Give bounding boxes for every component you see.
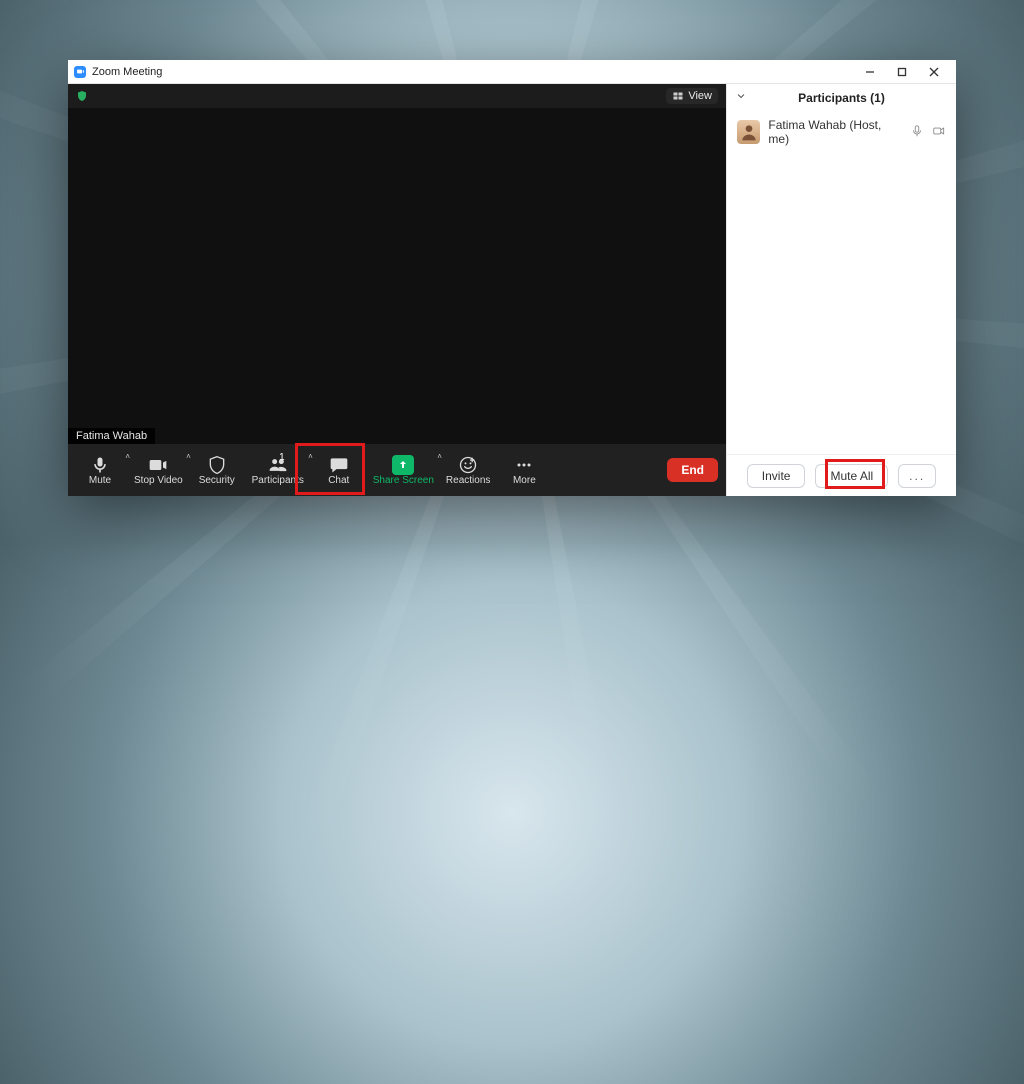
participant-count-badge: 1 bbox=[279, 452, 285, 463]
view-label: View bbox=[688, 90, 712, 102]
chat-label: Chat bbox=[328, 475, 349, 486]
video-camera-icon bbox=[932, 124, 946, 141]
more-label: More bbox=[513, 475, 536, 486]
participants-list: Fatima Wahab (Host, me) bbox=[727, 112, 956, 454]
participants-panel: Participants (1) Fatima Wahab (Host, me) bbox=[726, 84, 956, 496]
participant-row[interactable]: Fatima Wahab (Host, me) bbox=[727, 112, 956, 152]
video-camera-icon bbox=[148, 455, 168, 475]
more-icon bbox=[514, 455, 534, 475]
security-label: Security bbox=[199, 475, 235, 486]
more-button[interactable]: More bbox=[496, 446, 552, 494]
participants-footer: Invite Mute All ... bbox=[727, 454, 956, 496]
video-area: View Fatima Wahab Mute ˄ S bbox=[68, 84, 726, 496]
avatar bbox=[737, 120, 760, 144]
participants-label: Participants bbox=[252, 475, 304, 486]
stop-video-label: Stop Video bbox=[134, 475, 183, 486]
zoom-app-icon bbox=[74, 66, 86, 78]
reactions-icon bbox=[458, 455, 478, 475]
encryption-shield-icon[interactable] bbox=[76, 90, 88, 102]
chat-button[interactable]: Chat bbox=[311, 446, 367, 494]
reactions-button[interactable]: Reactions bbox=[440, 446, 496, 494]
window-close-button[interactable] bbox=[918, 60, 950, 84]
titlebar: Zoom Meeting bbox=[68, 60, 956, 84]
window-maximize-button[interactable] bbox=[886, 60, 918, 84]
participants-button[interactable]: 1 Participants ˄ bbox=[245, 446, 311, 494]
share-screen-button[interactable]: Share Screen ˄ bbox=[367, 446, 440, 494]
security-button[interactable]: Security bbox=[189, 446, 245, 494]
share-screen-label: Share Screen bbox=[373, 475, 434, 486]
participant-name: Fatima Wahab (Host, me) bbox=[768, 118, 902, 146]
zoom-window: Zoom Meeting View bbox=[68, 60, 956, 496]
reactions-label: Reactions bbox=[446, 475, 490, 486]
microphone-icon bbox=[910, 124, 924, 141]
participant-name-tag: Fatima Wahab bbox=[68, 428, 155, 444]
participants-title: Participants (1) bbox=[798, 91, 885, 105]
window-minimize-button[interactable] bbox=[854, 60, 886, 84]
shield-icon bbox=[207, 455, 227, 475]
video-canvas: Fatima Wahab bbox=[68, 108, 726, 444]
participants-panel-header: Participants (1) bbox=[727, 84, 956, 112]
window-title: Zoom Meeting bbox=[92, 66, 162, 78]
view-button[interactable]: View bbox=[666, 88, 718, 104]
microphone-icon bbox=[90, 455, 110, 475]
participants-more-button[interactable]: ... bbox=[898, 464, 936, 488]
mute-all-button[interactable]: Mute All bbox=[815, 464, 888, 488]
mute-label: Mute bbox=[89, 475, 111, 486]
end-meeting-button[interactable]: End bbox=[667, 458, 718, 482]
mute-button[interactable]: Mute ˄ bbox=[72, 446, 128, 494]
stop-video-button[interactable]: Stop Video ˄ bbox=[128, 446, 189, 494]
chat-icon bbox=[329, 455, 349, 475]
share-screen-icon bbox=[392, 455, 414, 475]
collapse-panel-button[interactable] bbox=[735, 90, 747, 105]
invite-button[interactable]: Invite bbox=[747, 464, 806, 488]
meeting-toolbar: Mute ˄ Stop Video ˄ Security bbox=[68, 444, 726, 496]
